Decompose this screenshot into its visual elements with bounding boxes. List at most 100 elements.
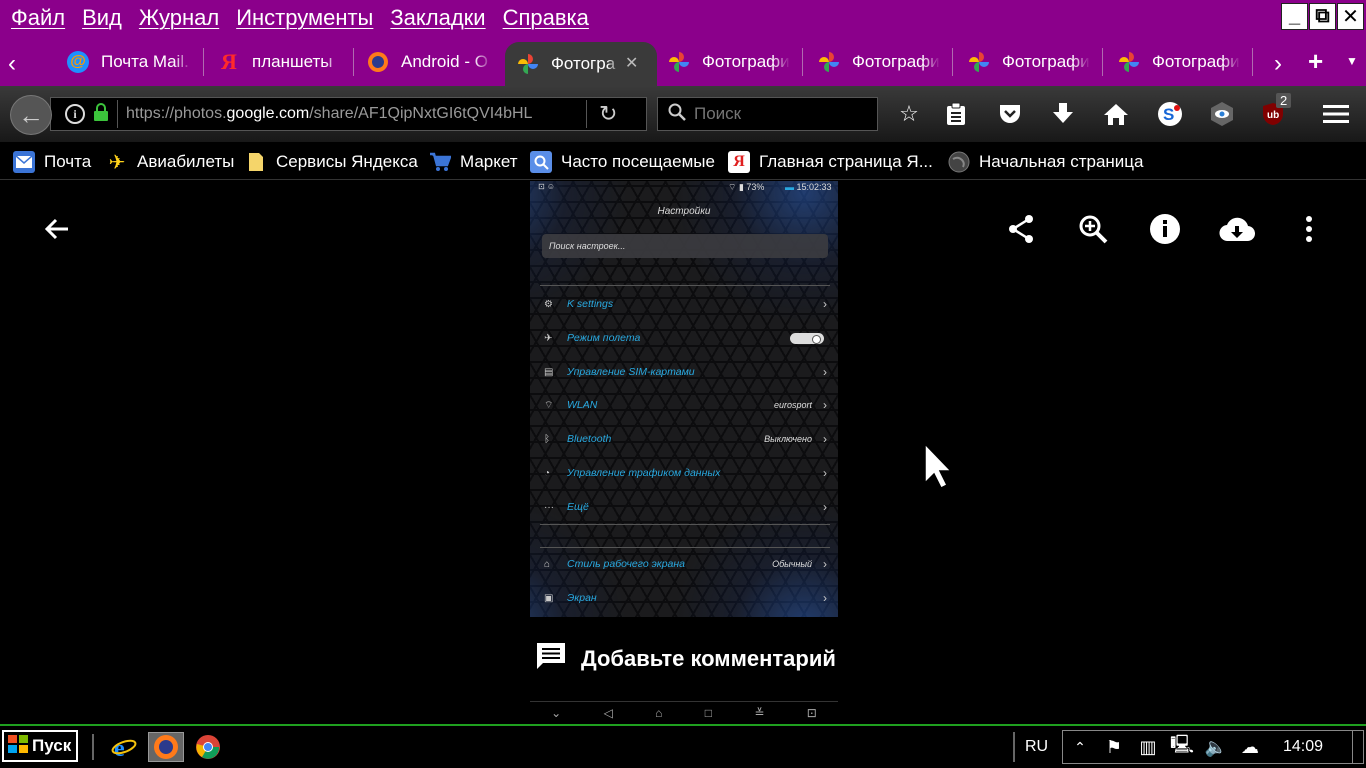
svg-text:e: e [114, 736, 125, 760]
close-tab-icon[interactable]: ✕ [625, 53, 638, 73]
bookmark-start-page[interactable]: Начальная страница [948, 150, 1144, 174]
bookmark-yandex-home[interactable]: Я Главная страница Я... [728, 150, 933, 174]
tab-yandex[interactable]: Я планшеты [218, 44, 343, 80]
tab-google-photos-active[interactable]: Фотогра ✕ [505, 42, 657, 86]
download-icon[interactable] [1049, 100, 1077, 128]
usb-device-icon[interactable]: ▥ [1131, 732, 1165, 762]
firefox-icon [367, 51, 389, 73]
search-folder-icon [530, 151, 552, 173]
tabs-scroll-left-icon[interactable]: ‹ [8, 50, 16, 78]
back-button[interactable]: ← [10, 95, 52, 135]
google-photos-icon [968, 51, 990, 73]
phone-notifications-icon: ≚ [754, 706, 765, 720]
clock[interactable]: 14:09 [1283, 738, 1323, 756]
comment-icon [535, 641, 567, 677]
phone-chevron-down-icon: ⌄ [551, 706, 562, 720]
phone-navigation-bar: ⌄ ◁ ⌂ □ ≚ ⊡ [530, 701, 838, 724]
plane-icon: ✈ [108, 151, 126, 174]
mail-icon [13, 151, 35, 173]
bookmark-avia[interactable]: ✈ Авиабилеты [106, 150, 235, 174]
hamburger-menu-icon[interactable] [1322, 100, 1350, 128]
internet-explorer-icon[interactable]: e [106, 732, 142, 762]
google-photos-icon [818, 51, 840, 73]
start-button[interactable]: Пуск [2, 730, 78, 762]
phone-ellipsis-icon: ··· [544, 501, 554, 513]
google-photos-icon [1118, 51, 1140, 73]
phone-row-airplane: ✈ Режим полета [544, 329, 830, 347]
tab-google-photos-5[interactable]: Фотографи [1118, 44, 1240, 80]
cloud-download-icon[interactable] [1219, 211, 1255, 247]
windows-logo-icon [7, 734, 29, 759]
tab-google-photos-3[interactable]: Фотографи [818, 44, 940, 80]
url-text[interactable]: https://photos.google.com/share/AF1QipNx… [126, 105, 586, 123]
zoom-in-icon[interactable] [1075, 211, 1111, 247]
svg-text:ub: ub [1267, 110, 1279, 121]
bookmark-yandex-services[interactable]: Сервисы Яндекса [245, 150, 418, 174]
phone-row-more: ··· Ещё › [544, 500, 827, 514]
site-info-icon[interactable]: i [65, 104, 85, 124]
phone-airplane-toggle [790, 333, 824, 344]
action-center-flag-icon[interactable]: ⚑ [1097, 732, 1131, 762]
share-icon[interactable] [1003, 211, 1039, 247]
menu-history[interactable]: Журнал [139, 5, 219, 31]
ublock-badge: 2 [1276, 93, 1292, 108]
bookmark-market[interactable]: Маркет [429, 150, 518, 174]
pocket-icon[interactable] [996, 100, 1024, 128]
show-hidden-icons-chevron-up-icon[interactable]: ⌃ [1063, 732, 1097, 762]
reload-icon[interactable]: ↻ [599, 101, 617, 127]
add-comment-button[interactable]: Добавьте комментарий [535, 641, 836, 677]
volume-icon[interactable]: 🔈 [1199, 732, 1233, 762]
search-bar[interactable] [657, 97, 878, 131]
tab-google-photos-2[interactable]: Фотографи [668, 44, 790, 80]
tab-mail-ru[interactable]: @ Почта Mail. [67, 44, 192, 80]
svg-text:S: S [1163, 105, 1174, 124]
language-indicator[interactable]: RU [1025, 738, 1048, 756]
tab-google-photos-4[interactable]: Фотографи [968, 44, 1090, 80]
bookmark-mail[interactable]: Почта [13, 150, 91, 174]
mouse-cursor-icon [924, 443, 952, 489]
back-arrow-icon[interactable] [39, 211, 75, 247]
menu-help[interactable]: Справка [503, 5, 589, 31]
search-input[interactable] [694, 104, 864, 124]
show-desktop-button[interactable] [1352, 730, 1364, 764]
photo-viewer: ⊡ ☺ ⌔ ▮ 73% ▬ 15:02:33 Настройки Поиск н… [0, 181, 1366, 724]
bookmark-most-visited[interactable]: Часто посещаемые [530, 150, 715, 174]
bookmark-star-icon[interactable]: ☆ [895, 100, 923, 128]
url-bar[interactable]: i https://photos.google.com/share/AF1Qip… [50, 97, 647, 131]
menu-tools[interactable]: Инструменты [236, 5, 373, 31]
reading-list-icon[interactable] [942, 100, 970, 128]
new-tab-icon[interactable]: + [1308, 46, 1323, 77]
tab-android[interactable]: Android - O [367, 44, 492, 80]
chrome-taskbar-icon[interactable] [190, 732, 226, 762]
phone-sim-icon: ▤ [544, 366, 554, 378]
phone-bluetooth-icon: ᛒ [544, 433, 550, 445]
network-icon[interactable]: 🖳 [1165, 732, 1199, 762]
secure-lock-icon [93, 102, 109, 126]
menu-bookmarks[interactable]: Закладки [390, 5, 485, 31]
minimize-button[interactable]: _ [1281, 3, 1308, 30]
close-button[interactable]: ✕ [1337, 3, 1364, 30]
tab-list-chevron-down-icon[interactable]: ▼ [1346, 54, 1358, 68]
tabs-scroll-right-icon[interactable]: › [1274, 50, 1282, 78]
phone-gear-icon: ⚙ [544, 298, 553, 310]
phone-wifi-icon: ⌔ [544, 399, 554, 411]
privacy-eye-icon[interactable] [1208, 100, 1236, 128]
phone-row-wlan: ⌔ WLAN eurosport › [544, 398, 827, 412]
restore-button[interactable]: ⧉ [1309, 3, 1336, 30]
cart-icon [429, 151, 451, 173]
phone-row-sim: ▤ Управление SIM-картами › [544, 365, 827, 379]
firefox-taskbar-icon[interactable] [148, 732, 184, 762]
home-icon[interactable] [1102, 100, 1130, 128]
phone-row-home-style: ⌂ Стиль рабочего экрана Обычный › [544, 557, 827, 571]
phone-back-icon: ◁ [603, 706, 613, 720]
menu-view[interactable]: Вид [82, 5, 122, 31]
phone-divider [540, 547, 830, 548]
info-icon[interactable] [1147, 211, 1183, 247]
phone-status-bar: ⊡ ☺ ⌔ ▮ 73% ▬ 15:02:33 [538, 182, 832, 192]
sovetnik-extension-icon[interactable]: S [1156, 100, 1184, 128]
more-options-icon[interactable] [1291, 211, 1327, 247]
google-photos-icon [668, 51, 690, 73]
menu-file[interactable]: Файл [11, 5, 65, 31]
mail-ru-icon: @ [67, 51, 89, 73]
sync-cloud-icon[interactable]: ☁ [1233, 732, 1267, 762]
